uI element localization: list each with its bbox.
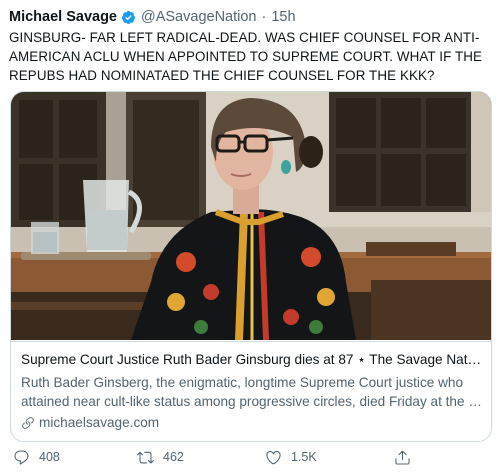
retweet-button[interactable]: 462 <box>137 444 184 470</box>
reply-count: 408 <box>39 450 60 464</box>
tweet-actions: 408 462 1.5K <box>0 444 500 470</box>
reply-icon <box>14 450 29 465</box>
card-description: Ruth Bader Ginsberg, the enigmatic, long… <box>21 373 483 411</box>
separator-dot: · <box>261 9 267 25</box>
tweet[interactable]: Michael Savage @ASavageNation · 15h GINS… <box>0 0 500 475</box>
like-button[interactable]: 1.5K <box>265 444 317 470</box>
photo-of-woman-at-table-icon <box>11 92 491 341</box>
card-image[interactable] <box>11 92 491 341</box>
heart-icon <box>266 450 281 464</box>
retweet-count: 462 <box>163 450 184 464</box>
card-domain-text[interactable]: michaelsavage.com <box>39 415 159 430</box>
link-icon <box>22 416 34 429</box>
tweet-header: Michael Savage @ASavageNation · 15h <box>9 8 296 26</box>
reply-button[interactable]: 408 <box>13 444 60 470</box>
card-description-line: attained near cult-like status among pro… <box>21 394 483 409</box>
like-count: 1.5K <box>291 450 317 464</box>
card-description-line: Ruth Bader Ginsberg, the enigmatic, long… <box>21 375 464 390</box>
retweet-icon <box>137 451 154 463</box>
card-domain[interactable]: michaelsavage.com <box>21 415 159 430</box>
timestamp[interactable]: 15h <box>271 9 295 25</box>
card-meta[interactable]: Supreme Court Justice Ruth Bader Ginsbur… <box>11 341 491 441</box>
link-card[interactable]: Supreme Court Justice Ruth Bader Ginsbur… <box>10 91 492 442</box>
share-button[interactable] <box>394 444 420 470</box>
share-icon <box>395 450 410 465</box>
author-handle[interactable]: @ASavageNation <box>141 9 256 25</box>
author-name[interactable]: Michael Savage <box>9 9 117 25</box>
verified-badge-icon <box>121 10 136 25</box>
card-title[interactable]: Supreme Court Justice Ruth Bader Ginsbur… <box>21 352 483 368</box>
tweet-text: GINSBURG- FAR LEFT RADICAL-DEAD. WAS CHI… <box>9 30 483 83</box>
